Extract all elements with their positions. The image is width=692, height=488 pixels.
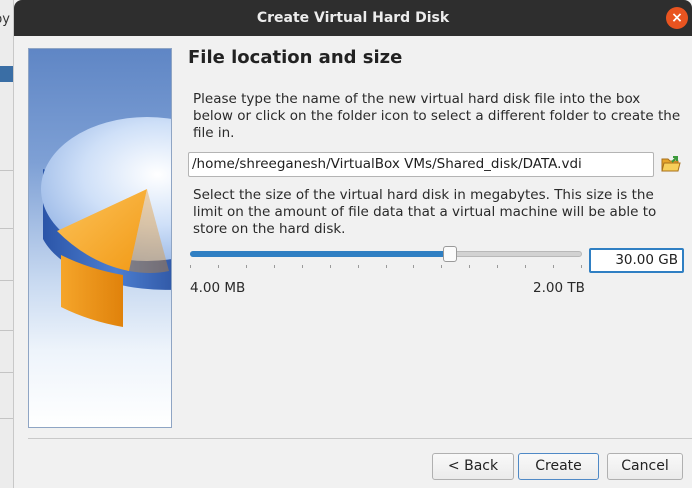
background-divider <box>0 170 13 171</box>
choose-folder-button[interactable] <box>661 154 681 174</box>
background-divider <box>0 418 13 419</box>
close-icon: × <box>671 10 683 26</box>
slider-tick <box>274 265 275 268</box>
cancel-button[interactable]: Cancel <box>607 453 683 480</box>
window-title: Create Virtual Hard Disk <box>256 10 450 26</box>
background-divider <box>0 280 13 281</box>
close-button[interactable]: × <box>666 7 688 29</box>
slider-tick <box>246 265 247 268</box>
size-description: Select the size of the virtual hard disk… <box>193 187 657 237</box>
file-location-input[interactable]: /home/shreeganesh/VirtualBox VMs/Shared_… <box>188 152 654 177</box>
location-description: Please type the name of the new virtual … <box>193 91 681 141</box>
title-bar[interactable]: Create Virtual Hard Disk × <box>14 0 692 36</box>
slider-tick <box>330 265 331 268</box>
disk-size-input[interactable]: 30.00 GB <box>589 248 684 273</box>
slider-tick <box>413 265 414 268</box>
size-min-label: 4.00 MB <box>190 280 246 296</box>
slider-tick <box>302 265 303 268</box>
background-divider <box>0 228 13 229</box>
page-title: File location and size <box>188 47 403 68</box>
slider-ticks <box>190 265 582 269</box>
slider-tick <box>218 265 219 268</box>
background-divider <box>0 330 13 331</box>
slider-tick <box>441 265 442 268</box>
slider-fill <box>190 251 450 257</box>
disk-size-slider[interactable] <box>190 246 582 270</box>
folder-open-icon <box>661 156 681 172</box>
hard-disk-pie-graphic <box>28 48 172 428</box>
back-button[interactable]: < Back <box>432 453 514 480</box>
create-virtual-hard-disk-dialog: Create Virtual Hard Disk × File location… <box>14 0 692 488</box>
background-divider <box>0 372 13 373</box>
slider-tick <box>553 265 554 268</box>
button-separator <box>28 438 692 439</box>
background-app-selection <box>0 66 13 82</box>
background-app-label: py <box>0 12 10 27</box>
slider-tick <box>190 265 191 268</box>
slider-tick <box>581 265 582 268</box>
background-app-window: py <box>0 0 14 488</box>
slider-tick <box>469 265 470 268</box>
slider-tick <box>386 265 387 268</box>
slider-tick <box>358 265 359 268</box>
slider-handle[interactable] <box>443 246 457 262</box>
size-max-label: 2.00 TB <box>533 280 585 296</box>
create-button[interactable]: Create <box>518 453 599 480</box>
slider-tick <box>497 265 498 268</box>
slider-tick <box>525 265 526 268</box>
